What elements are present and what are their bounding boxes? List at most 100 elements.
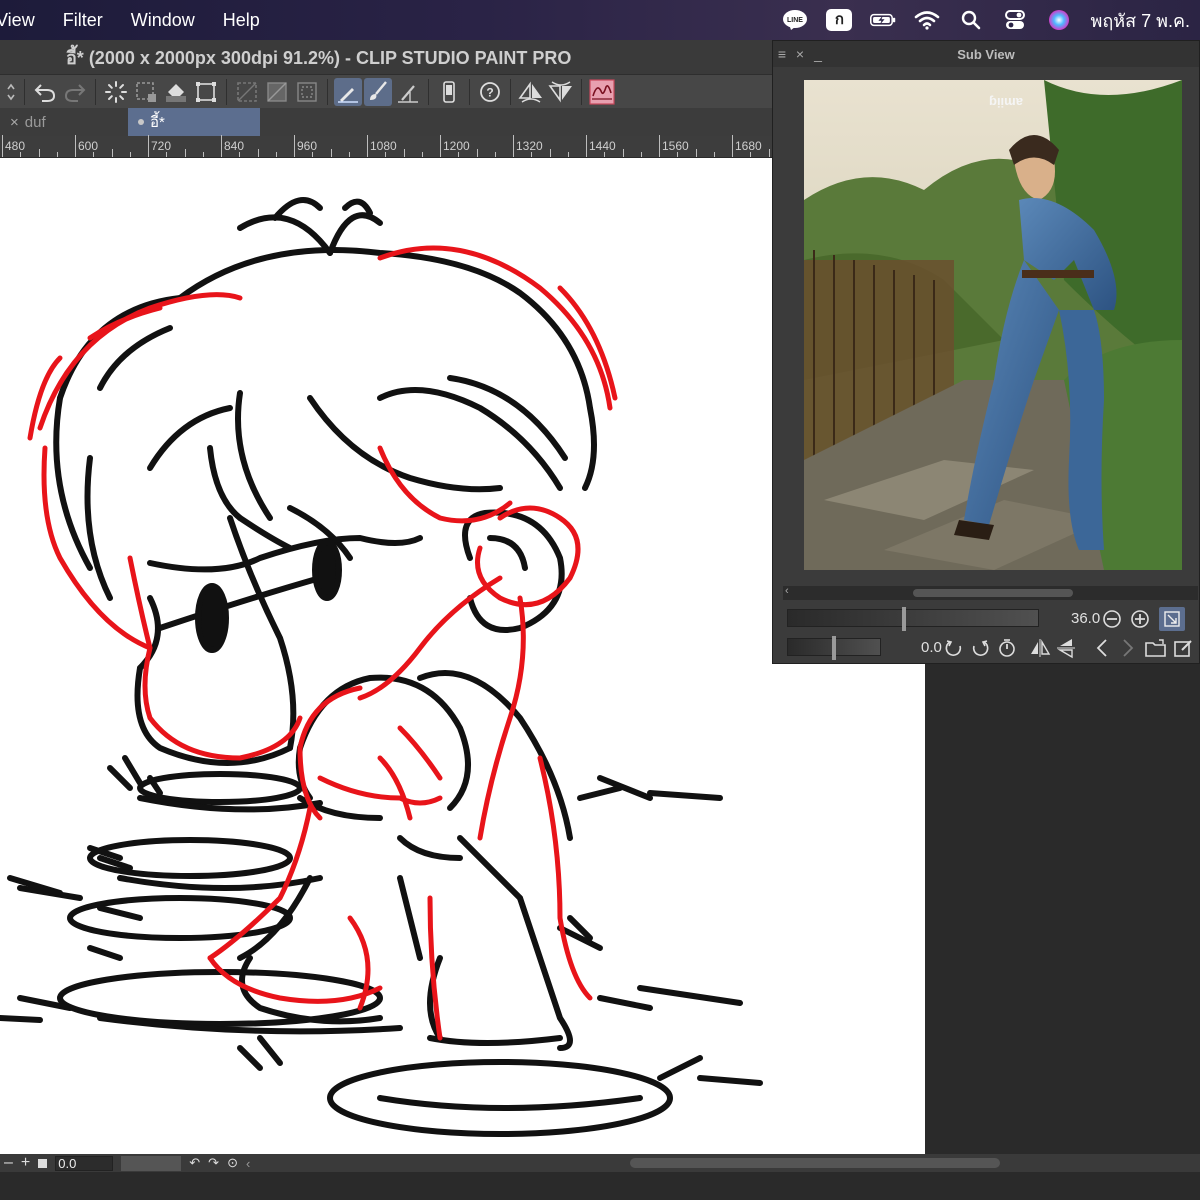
zoom-value: 36.0 — [1071, 610, 1101, 627]
ruler-minor-tick — [458, 152, 460, 157]
zoom-out-icon[interactable]: – — [4, 1154, 13, 1172]
flip-horizontal-icon[interactable] — [517, 78, 545, 106]
tab-label: duf — [24, 113, 46, 131]
scroll-arrows-icon[interactable] — [4, 78, 18, 106]
ruler-label: 1680 — [735, 139, 762, 153]
toolbar-separator — [469, 78, 470, 105]
flip-horizontal-icon[interactable] — [1029, 637, 1051, 659]
line-app-icon[interactable]: LINE — [782, 7, 808, 33]
spotlight-search-icon[interactable] — [958, 7, 984, 33]
input-source-icon[interactable]: ก — [826, 7, 853, 33]
scroll-left-icon[interactable]: ‹ — [246, 1156, 250, 1171]
ruler-minor-tick — [750, 152, 752, 157]
macos-menubar: View Filter Window Help LINE ก พฤหัส 7 พ… — [0, 0, 1200, 40]
ruler-minor-tick — [768, 149, 770, 157]
reference-photo[interactable]: ɓᴉᴉɯɐ — [804, 80, 1182, 570]
ruler-minor-tick — [494, 152, 496, 157]
menubar-clock[interactable]: พฤหัส 7 พ.ค. — [1090, 6, 1190, 35]
zoom-in-icon[interactable] — [1129, 608, 1151, 630]
flip-vertical-icon[interactable] — [1055, 637, 1077, 659]
open-folder-icon[interactable] — [1145, 637, 1167, 659]
menu-help[interactable]: Help — [209, 10, 274, 31]
ruler-minor-tick — [257, 149, 259, 157]
ruler-label: 1560 — [662, 139, 689, 153]
invert-selection-icon[interactable] — [263, 78, 291, 106]
ruler-major-tick — [75, 135, 76, 157]
fit-to-view-icon[interactable] — [1159, 607, 1185, 631]
close-icon[interactable]: × — [10, 114, 19, 131]
pen-tool-icon[interactable] — [334, 77, 362, 106]
horizontal-ruler: 480 600 720 840 960 1080 1200 1320 1440 1560 1680 — [0, 135, 788, 158]
rotate-slider[interactable] — [787, 636, 881, 660]
reset-rotation-icon[interactable] — [996, 637, 1018, 659]
minimize-panel-icon[interactable]: _ — [809, 46, 827, 62]
ruler-minor-tick — [330, 149, 332, 157]
undo-icon[interactable] — [31, 78, 59, 106]
menu-view[interactable]: View — [0, 10, 49, 31]
zoom-in-icon[interactable]: + — [21, 1154, 30, 1172]
siri-icon[interactable] — [1046, 7, 1072, 33]
tab-current-document[interactable]: อี้* — [128, 108, 260, 136]
stop-icon[interactable] — [38, 1158, 48, 1168]
ruler-minor-tick — [275, 152, 277, 157]
ruler-minor-tick — [403, 149, 405, 157]
scroll-left-icon[interactable]: ‹ — [785, 585, 789, 597]
ruler-minor-tick — [531, 152, 533, 157]
scrollbar-thumb[interactable] — [913, 589, 1073, 597]
select-area-icon[interactable] — [132, 78, 160, 106]
next-image-icon[interactable] — [1117, 637, 1139, 659]
reset-rotation-icon[interactable]: ⊙ — [227, 1155, 238, 1171]
battery-charging-icon[interactable] — [870, 7, 896, 33]
status-angle-field[interactable]: 0.0 — [55, 1155, 114, 1171]
tab-duf[interactable]: × duf — [0, 108, 128, 136]
toolbar-separator — [581, 78, 582, 105]
panel-menu-icon[interactable]: ≡ — [773, 46, 791, 62]
ruler-major-tick — [294, 135, 295, 157]
ruler-minor-tick — [713, 152, 715, 157]
ruler-minor-tick — [38, 149, 40, 157]
previous-image-icon[interactable] — [1091, 637, 1113, 659]
status-slider[interactable] — [121, 1155, 182, 1171]
redo-icon[interactable] — [61, 78, 89, 106]
ruler-minor-tick — [56, 152, 58, 157]
loading-spinner-icon[interactable] — [102, 78, 130, 106]
menubar-status-area: LINE ก พฤหัส 7 พ.ค. — [782, 0, 1190, 40]
menu-window[interactable]: Window — [117, 10, 209, 31]
signature-icon[interactable] — [588, 78, 616, 106]
rotate-left-icon[interactable] — [943, 637, 965, 659]
ruler-major-tick — [148, 135, 149, 157]
rotate-slider-knob[interactable] — [832, 636, 836, 660]
app-root: View Filter Window Help LINE ก พฤหัส 7 พ… — [0, 0, 1200, 1200]
ruler-minor-tick — [20, 152, 22, 157]
flip-vertical-icon[interactable] — [547, 78, 575, 106]
wifi-icon[interactable] — [914, 7, 940, 33]
svg-text:LINE: LINE — [787, 17, 803, 24]
menu-filter[interactable]: Filter — [49, 10, 117, 31]
selection-border-icon[interactable] — [293, 78, 321, 106]
horizontal-scrollbar[interactable] — [630, 1158, 1000, 1168]
brush-tool-icon[interactable] — [364, 77, 392, 106]
fill-bucket-icon[interactable] — [162, 78, 190, 106]
device-icon[interactable] — [435, 78, 463, 106]
toolbar-separator — [510, 78, 511, 105]
transform-icon[interactable] — [192, 78, 220, 106]
ruler-minor-tick — [421, 152, 423, 157]
zoom-slider[interactable] — [787, 607, 1039, 631]
sub-view-scrollbar[interactable]: ‹ — [783, 585, 1198, 600]
ruler-major-tick — [440, 135, 441, 157]
clear-selection-icon[interactable] — [233, 78, 261, 106]
input-source-label: ก — [826, 9, 853, 31]
eraser-tool-icon[interactable] — [394, 78, 422, 106]
document-tabs: × duf อี้* — [0, 108, 775, 136]
rotate-right-icon[interactable]: ↷ — [208, 1155, 219, 1171]
zoom-slider-knob[interactable] — [902, 607, 906, 631]
rotate-right-icon[interactable] — [969, 637, 991, 659]
close-panel-icon[interactable]: × — [791, 46, 809, 62]
control-center-icon[interactable] — [1002, 7, 1028, 33]
zoom-out-icon[interactable] — [1101, 608, 1123, 630]
help-icon[interactable]: ? — [476, 78, 504, 106]
rotate-left-icon[interactable]: ↶ — [189, 1155, 200, 1171]
edit-image-icon[interactable] — [1172, 637, 1194, 659]
ruler-minor-tick — [184, 149, 186, 157]
toolbar-separator — [226, 78, 227, 105]
